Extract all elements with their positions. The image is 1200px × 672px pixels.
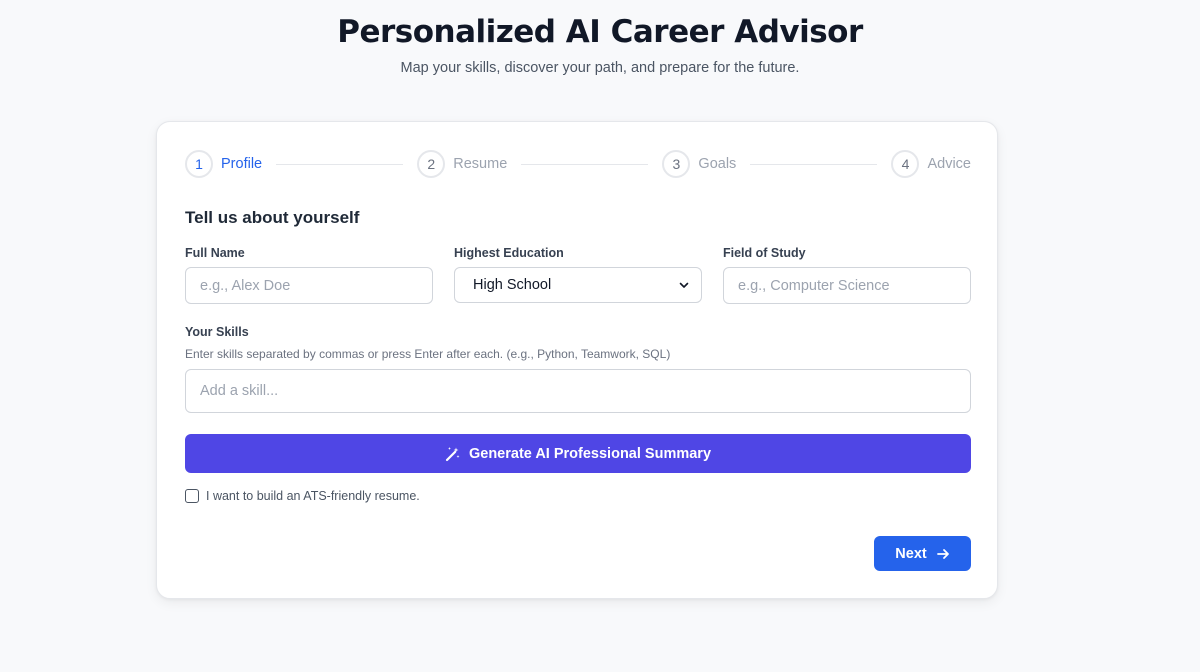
ats-checkbox[interactable] [185,489,199,503]
magic-wand-icon [445,446,460,461]
step-goals[interactable]: 3 Goals [662,150,736,178]
step-connector [750,163,878,165]
step-connector [521,163,649,165]
ats-checkbox-label[interactable]: I want to build an ATS-friendly resume. [206,489,420,503]
education-selected-value: High School [473,277,552,293]
step-profile[interactable]: 1 Profile [185,150,262,178]
step-label: Goals [698,156,737,172]
step-connector [276,163,404,165]
arrow-right-icon [936,548,949,559]
education-select[interactable]: High School [454,267,702,303]
step-label: Profile [221,156,263,172]
next-button[interactable]: Next [874,536,971,571]
step-advice[interactable]: 4 Advice [891,150,971,178]
next-button-label: Next [895,545,927,562]
field-of-study-field: Field of Study [723,246,971,304]
education-label: Highest Education [454,246,564,260]
form-card: 1 Profile 2 Resume 3 Goals 4 Advice Tell… [156,121,998,599]
step-number: 1 [185,150,213,178]
skills-input[interactable] [185,369,971,413]
page-title: Personalized AI Career Advisor [337,14,863,50]
chevron-down-icon [679,282,689,288]
generate-summary-button[interactable]: Generate AI Professional Summary [185,434,971,473]
ats-option: I want to build an ATS-friendly resume. [185,489,420,503]
section-title: Tell us about yourself [185,208,360,227]
education-field: Highest Education High School [454,246,702,303]
full-name-field: Full Name [185,246,433,304]
field-of-study-input[interactable] [723,267,971,304]
generate-summary-label: Generate AI Professional Summary [468,445,712,462]
stepper: 1 Profile 2 Resume 3 Goals 4 Advice [185,150,971,178]
field-of-study-label: Field of Study [723,246,806,260]
step-number: 4 [891,150,920,178]
step-resume[interactable]: 2 Resume [417,150,507,178]
full-name-input[interactable] [185,267,433,304]
step-number: 3 [662,150,691,178]
step-label: Advice [927,156,971,172]
step-label: Resume [453,156,508,172]
full-name-label: Full Name [185,246,245,260]
page-subtitle: Map your skills, discover your path, and… [400,60,800,76]
step-number: 2 [417,150,446,178]
skills-label: Your Skills [185,325,249,339]
skills-help-text: Enter skills separated by commas or pres… [185,347,671,361]
page-header: Personalized AI Career Advisor Map your … [0,12,1200,76]
skills-field: Your Skills Enter skills separated by co… [185,325,971,413]
